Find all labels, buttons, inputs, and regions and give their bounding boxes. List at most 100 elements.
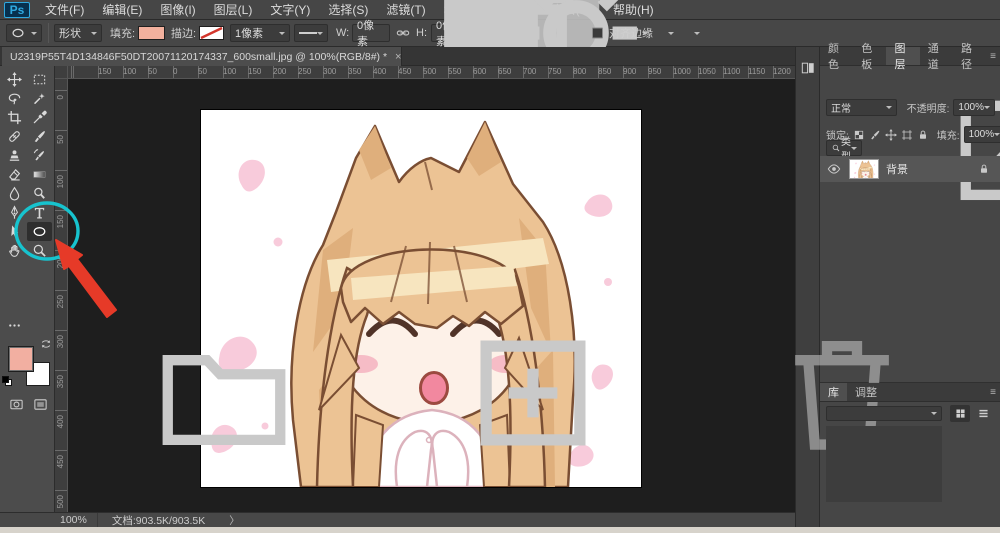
tool-healing[interactable]: [2, 127, 27, 146]
geometry-options-gear-button[interactable]: [566, 23, 586, 43]
tool-ellipse-tool[interactable]: [27, 222, 52, 241]
ruler-label: 500: [56, 495, 65, 509]
layer-visibility-eye-icon[interactable]: [827, 162, 841, 176]
panel-tab-通道[interactable]: 通道: [920, 43, 953, 71]
menu-item[interactable]: 文件(F): [36, 0, 93, 20]
panel-menu-icon[interactable]: ≡: [986, 47, 1000, 65]
document-tab-bar: U2319P55T4D134846F50DT20071120174337_600…: [0, 47, 795, 66]
lock-transparent-pixels-icon[interactable]: [853, 129, 865, 141]
align-edges-checkbox[interactable]: [592, 27, 603, 39]
libraries-panel: [820, 402, 1000, 507]
tool-preset-picker[interactable]: [6, 24, 42, 42]
ruler-label: 50: [148, 67, 157, 76]
ruler-label: 750: [548, 67, 562, 76]
fill-amount-label: 填充:: [936, 131, 960, 142]
tool-brush[interactable]: [27, 127, 52, 146]
tool-zoom[interactable]: [27, 241, 52, 260]
ruler-label: 0: [56, 95, 65, 100]
ruler-label: 100: [56, 175, 65, 189]
tool-gradient[interactable]: [27, 165, 52, 184]
align-edges-label: 对齐边缘: [609, 28, 653, 40]
ruler-label: 550: [448, 67, 462, 76]
tool-history[interactable]: [27, 146, 52, 165]
tool-mode-select[interactable]: 形状: [54, 24, 102, 42]
panel-menu-icon[interactable]: ≡: [986, 383, 1000, 401]
lock-position-icon[interactable]: [885, 129, 897, 141]
tool-eraser[interactable]: [2, 165, 27, 184]
menu-item[interactable]: 编辑(E): [93, 0, 151, 20]
ruler-label: 950: [648, 67, 662, 76]
tool-lasso[interactable]: [2, 89, 27, 108]
library-select[interactable]: [826, 406, 942, 421]
new-adjustment-layer-icon[interactable]: [0, 318, 65, 468]
tool-hand[interactable]: [2, 241, 27, 260]
opacity-input[interactable]: 100%: [953, 99, 995, 116]
ruler-corner: [55, 66, 68, 79]
menu-item[interactable]: 图像(I): [151, 0, 204, 20]
panel-tab-调整[interactable]: 调整: [847, 383, 885, 401]
tool-dodge[interactable]: [27, 184, 52, 203]
document-size-info: 文档:903.5K/903.5K: [111, 514, 206, 527]
document-tab[interactable]: U2319P55T4D134846F50DT20071120174337_600…: [2, 47, 402, 66]
library-list-view-button[interactable]: [973, 405, 993, 422]
libraries-panel-group: 库调整 ≡: [820, 383, 1000, 527]
library-grid-view-button[interactable]: [950, 405, 970, 422]
library-content-area: [826, 426, 942, 502]
layer-row-background[interactable]: 背景: [820, 156, 1000, 182]
ruler-label: 100: [123, 67, 137, 76]
new-layer-icon[interactable]: [383, 318, 683, 468]
tool-stamp[interactable]: [2, 146, 27, 165]
ruler-label: 200: [56, 255, 65, 269]
tool-pen[interactable]: [2, 203, 27, 222]
lock-image-pixels-icon[interactable]: [869, 129, 881, 141]
stroke-width-select[interactable]: 1像素: [230, 24, 290, 42]
filter-pixel-layers-icon[interactable]: [872, 73, 1000, 223]
menu-item[interactable]: 图层(L): [205, 0, 262, 20]
tool-move[interactable]: [2, 70, 27, 89]
ruler-label: 1100: [723, 67, 741, 76]
tool-options-bar: 形状 填充: 描边: 1像素 W: 0像素 H: 0像素 对齐边缘: [0, 20, 1000, 47]
photoshop-window: Ps 文件(F)编辑(E)图像(I)图层(L)文字(Y)选择(S)滤镜(T)3D…: [0, 0, 1000, 533]
stroke-type-select[interactable]: [294, 24, 328, 42]
menu-item[interactable]: 文字(Y): [261, 0, 319, 20]
close-tab-icon[interactable]: ×: [395, 51, 401, 63]
tool-wand[interactable]: [27, 89, 52, 108]
ruler-label: 150: [98, 67, 112, 76]
ruler-label: 200: [273, 67, 287, 76]
ruler-label: 100: [223, 67, 237, 76]
ruler-label: 400: [373, 67, 387, 76]
tool-pathselect[interactable]: [2, 222, 27, 241]
ruler-label: 450: [398, 67, 412, 76]
fill-amount-input[interactable]: 100%: [963, 126, 1000, 143]
separator: [48, 23, 49, 43]
lock-artboard-icon[interactable]: [901, 129, 913, 141]
panel-tab-图层[interactable]: 图层: [886, 43, 920, 71]
tool-marquee[interactable]: [27, 70, 52, 89]
tool-eyedropper[interactable]: [27, 108, 52, 127]
layer-thumbnail[interactable]: [849, 159, 879, 179]
blend-mode-select[interactable]: 正常: [826, 99, 897, 116]
layers-filter-row: 类型: [826, 73, 995, 223]
fill-color-swatch[interactable]: [138, 26, 165, 40]
panel-tab-颜色[interactable]: 颜色: [820, 43, 853, 71]
ruler-label: 150: [248, 67, 262, 76]
foreground-color-swatch[interactable]: [8, 346, 34, 372]
new-group-icon[interactable]: [74, 318, 374, 468]
ruler-label: 250: [56, 295, 65, 309]
horizontal-ruler[interactable]: 150 100 50 0 50 100 150 200 250 300 350 400 450 500 55…: [68, 66, 795, 79]
panel-tab-库[interactable]: 库: [820, 383, 847, 401]
ruler-label: 700: [523, 67, 537, 76]
status-bar: 100% 文档:903.5K/903.5K 〉: [0, 512, 795, 527]
lock-all-icon[interactable]: [917, 129, 929, 141]
panel-tab-色板[interactable]: 色板: [853, 43, 886, 71]
tool-crop[interactable]: [2, 108, 27, 127]
zoom-level-field[interactable]: 100%: [0, 513, 98, 527]
status-options-chevron[interactable]: 〉: [215, 513, 240, 528]
tool-type[interactable]: [27, 203, 52, 222]
expand-panels-icon[interactable]: [800, 61, 816, 75]
stroke-color-swatch[interactable]: [199, 26, 224, 40]
ruler-label: 1050: [698, 67, 716, 76]
ruler-label: 1150: [748, 67, 766, 76]
panel-tab-路径[interactable]: 路径: [953, 43, 986, 71]
tool-blur[interactable]: [2, 184, 27, 203]
